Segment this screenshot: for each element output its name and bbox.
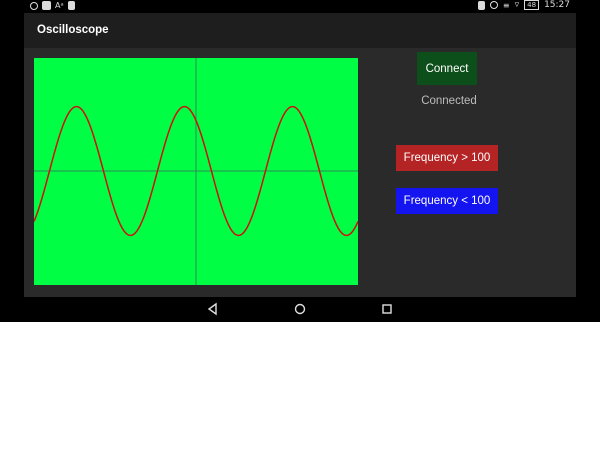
app-bar: Oscilloscope — [24, 13, 576, 48]
frequency-down-button[interactable]: Frequency < 100 — [396, 188, 498, 214]
whatsapp-icon — [30, 1, 38, 10]
wifi-icon: ▿ — [514, 0, 520, 10]
battery-icon: 48 — [524, 0, 540, 10]
app-window: Oscilloscope Connect Connected Frequency… — [24, 13, 576, 297]
app-icon — [42, 1, 51, 10]
frequency-up-button[interactable]: Frequency > 100 — [396, 145, 498, 171]
navigation-bar — [0, 297, 600, 322]
battery-level: 48 — [527, 1, 537, 9]
status-right-icons: ≡ ▿ 48 15:27 — [477, 0, 570, 10]
clipboard-icon — [67, 1, 75, 10]
home-icon[interactable] — [293, 302, 307, 316]
vibrate-icon: ≡ — [502, 0, 510, 10]
status-bar: Aᵃ ≡ ▿ 48 15:27 — [0, 0, 600, 13]
connect-button[interactable]: Connect — [417, 52, 477, 85]
clock: 15:27 — [544, 0, 570, 10]
connection-status: Connected — [421, 95, 477, 107]
sim-icon — [477, 0, 485, 10]
app-title: Oscilloscope — [37, 24, 109, 36]
device-screen: Aᵃ ≡ ▿ 48 15:27 Oscilloscope Connect Con… — [0, 0, 600, 322]
recents-icon[interactable] — [380, 302, 394, 316]
alarm-icon — [489, 1, 498, 9]
oscilloscope-display — [34, 58, 358, 285]
status-left-icons: Aᵃ — [30, 1, 75, 10]
back-icon[interactable] — [206, 302, 220, 316]
font-icon: Aᵃ — [55, 1, 64, 10]
